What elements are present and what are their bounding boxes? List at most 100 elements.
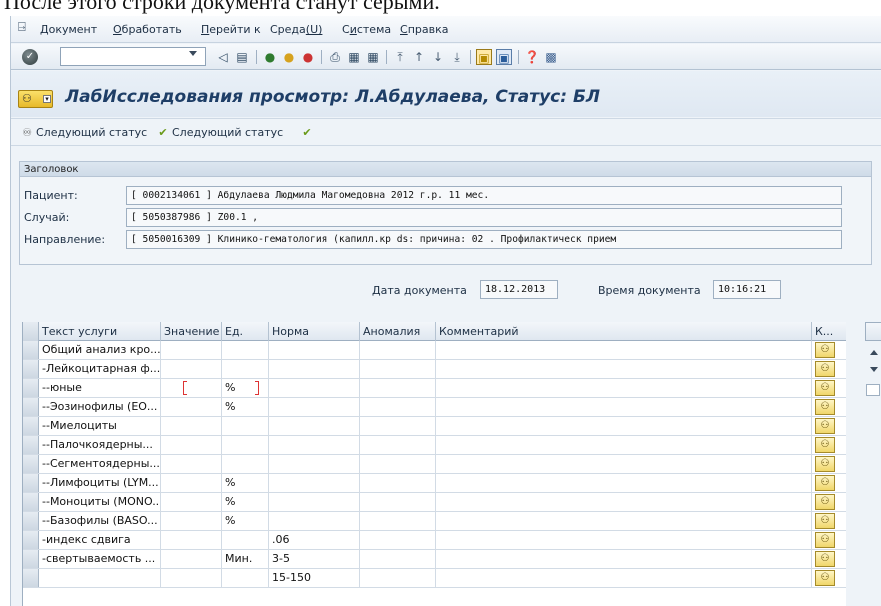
table-row[interactable]: -Лейкоцитарная ф... ⚇ bbox=[23, 360, 846, 379]
table-row[interactable]: 15-150 ⚇ bbox=[23, 569, 846, 588]
back-arrow-icon[interactable]: ◁ bbox=[215, 49, 231, 65]
cell-comment[interactable] bbox=[436, 512, 812, 530]
details-glasses-icon[interactable]: ⚇ bbox=[815, 361, 835, 377]
cell-comment[interactable] bbox=[436, 569, 812, 587]
row-selector[interactable] bbox=[23, 455, 39, 473]
details-glasses-icon[interactable]: ⚇ bbox=[815, 342, 835, 358]
details-glasses-icon[interactable]: ⚇ bbox=[815, 570, 835, 586]
details-glasses-icon[interactable]: ⚇ bbox=[815, 494, 835, 510]
services-menu-button[interactable]: ⚇ ▾ bbox=[18, 90, 53, 108]
row-selector[interactable] bbox=[23, 417, 39, 435]
column-header-anomaly[interactable]: Аномалия bbox=[360, 322, 436, 341]
table-row[interactable]: --Палочкоядерны... ⚇ bbox=[23, 436, 846, 455]
case-field[interactable]: [ 5050387986 ] Z00.1 , bbox=[126, 208, 842, 227]
enter-icon[interactable]: ✓ bbox=[22, 49, 38, 65]
scroll-up-icon[interactable] bbox=[870, 350, 878, 355]
details-glasses-icon[interactable]: ⚇ bbox=[815, 532, 835, 548]
exit-icon[interactable]: ● bbox=[281, 49, 297, 65]
layout-icon[interactable]: ▩ bbox=[543, 49, 559, 65]
details-glasses-icon[interactable]: ⚇ bbox=[815, 437, 835, 453]
menu-help[interactable]: Справка bbox=[400, 23, 448, 36]
row-selector[interactable] bbox=[23, 550, 39, 568]
first-page-icon[interactable]: ⤒ bbox=[392, 49, 408, 65]
column-settings-button[interactable] bbox=[865, 322, 881, 341]
cancel-icon[interactable]: ● bbox=[300, 49, 316, 65]
row-selector[interactable] bbox=[23, 360, 39, 378]
next-status-button-1[interactable]: ♾ Следующий статус bbox=[20, 126, 147, 139]
cell-comment[interactable] bbox=[436, 360, 812, 378]
details-glasses-icon[interactable]: ⚇ bbox=[815, 380, 835, 396]
next-page-icon[interactable]: ↓ bbox=[430, 49, 446, 65]
find-next-icon[interactable]: ▦ bbox=[365, 49, 381, 65]
last-page-icon[interactable]: ⤓ bbox=[449, 49, 465, 65]
row-selector[interactable] bbox=[23, 474, 39, 492]
row-selector[interactable] bbox=[23, 512, 39, 530]
cell-comment[interactable] bbox=[436, 341, 812, 359]
row-selector[interactable] bbox=[23, 531, 39, 549]
table-row[interactable]: --Миелоциты ⚇ bbox=[23, 417, 846, 436]
select-all-cell[interactable] bbox=[23, 322, 39, 341]
column-header-service[interactable]: Текст услуги bbox=[39, 322, 161, 341]
cell-value[interactable] bbox=[161, 474, 222, 492]
table-row[interactable]: --юные% ⚇ bbox=[23, 379, 846, 398]
find-icon[interactable]: ▦ bbox=[346, 49, 362, 65]
help-icon[interactable]: ❓ bbox=[524, 49, 540, 65]
cell-comment[interactable] bbox=[436, 493, 812, 511]
referral-field[interactable]: [ 5050016309 ] Клинико-гематология (капи… bbox=[126, 230, 842, 249]
column-header-k[interactable]: К... bbox=[812, 322, 846, 341]
row-selector[interactable] bbox=[23, 569, 39, 587]
save-icon[interactable]: ▤ bbox=[234, 49, 250, 65]
cell-value[interactable] bbox=[161, 436, 222, 454]
cell-comment[interactable] bbox=[436, 436, 812, 454]
row-selector[interactable] bbox=[23, 379, 39, 397]
cell-comment[interactable] bbox=[436, 474, 812, 492]
column-header-norm[interactable]: Норма bbox=[269, 322, 360, 341]
row-selector[interactable] bbox=[23, 398, 39, 416]
scroll-thumb[interactable] bbox=[866, 384, 880, 396]
create-session-icon[interactable]: ▣ bbox=[476, 49, 492, 65]
command-dropdown-icon[interactable] bbox=[189, 51, 197, 56]
document-date-field[interactable]: 18.12.2013 bbox=[480, 280, 558, 299]
document-time-field[interactable]: 10:16:21 bbox=[713, 280, 781, 299]
cell-comment[interactable] bbox=[436, 455, 812, 473]
column-header-comment[interactable]: Комментарий bbox=[436, 322, 812, 341]
patient-field[interactable]: [ 0002134061 ] Абдулаева Людмила Магомед… bbox=[126, 186, 842, 205]
menu-system[interactable]: Система bbox=[342, 23, 391, 36]
details-glasses-icon[interactable]: ⚇ bbox=[815, 551, 835, 567]
row-selector[interactable] bbox=[23, 341, 39, 359]
cell-value[interactable] bbox=[161, 398, 222, 416]
table-scrollbar[interactable] bbox=[865, 322, 881, 606]
cell-comment[interactable] bbox=[436, 550, 812, 568]
cell-value[interactable] bbox=[161, 550, 222, 568]
table-row[interactable]: Общий анализ кро... ⚇ bbox=[23, 341, 846, 360]
print-icon[interactable]: ⎙ bbox=[327, 49, 343, 65]
details-glasses-icon[interactable]: ⚇ bbox=[815, 399, 835, 415]
menu-document[interactable]: Документ bbox=[40, 23, 97, 36]
table-row[interactable]: --Моноциты (MONO...% ⚇ bbox=[23, 493, 846, 512]
table-row[interactable]: -индекс сдвига .06 ⚇ bbox=[23, 531, 846, 550]
table-row[interactable]: -свертываемость ... Мин. 3-5 ⚇ bbox=[23, 550, 846, 569]
row-selector[interactable] bbox=[23, 493, 39, 511]
details-glasses-icon[interactable]: ⚇ bbox=[815, 456, 835, 472]
shortcut-icon[interactable]: ▣ bbox=[496, 49, 512, 65]
command-field[interactable] bbox=[60, 47, 206, 66]
previous-page-icon[interactable]: ↑ bbox=[411, 49, 427, 65]
cell-comment[interactable] bbox=[436, 531, 812, 549]
details-glasses-icon[interactable]: ⚇ bbox=[815, 418, 835, 434]
cell-value[interactable] bbox=[161, 341, 222, 359]
system-menu-icon[interactable]: ⍈ bbox=[18, 21, 32, 35]
table-row[interactable]: --Эозинофилы (ЕО...% ⚇ bbox=[23, 398, 846, 417]
details-glasses-icon[interactable]: ⚇ bbox=[815, 513, 835, 529]
column-header-value[interactable]: Значение bbox=[161, 322, 222, 341]
row-selector[interactable] bbox=[23, 436, 39, 454]
confirm-button[interactable]: ✔ bbox=[300, 126, 316, 139]
cell-value[interactable] bbox=[161, 569, 222, 587]
cell-value[interactable] bbox=[161, 531, 222, 549]
table-row[interactable]: --Сегментоядерны... ⚇ bbox=[23, 455, 846, 474]
cell-value[interactable] bbox=[161, 512, 222, 530]
next-status-button-2[interactable]: ✔ Следующий статус bbox=[156, 126, 283, 139]
menu-goto[interactable]: Перейти к bbox=[201, 23, 261, 36]
details-glasses-icon[interactable]: ⚇ bbox=[815, 475, 835, 491]
cell-value[interactable] bbox=[161, 455, 222, 473]
menu-edit[interactable]: Обработать bbox=[113, 23, 182, 36]
